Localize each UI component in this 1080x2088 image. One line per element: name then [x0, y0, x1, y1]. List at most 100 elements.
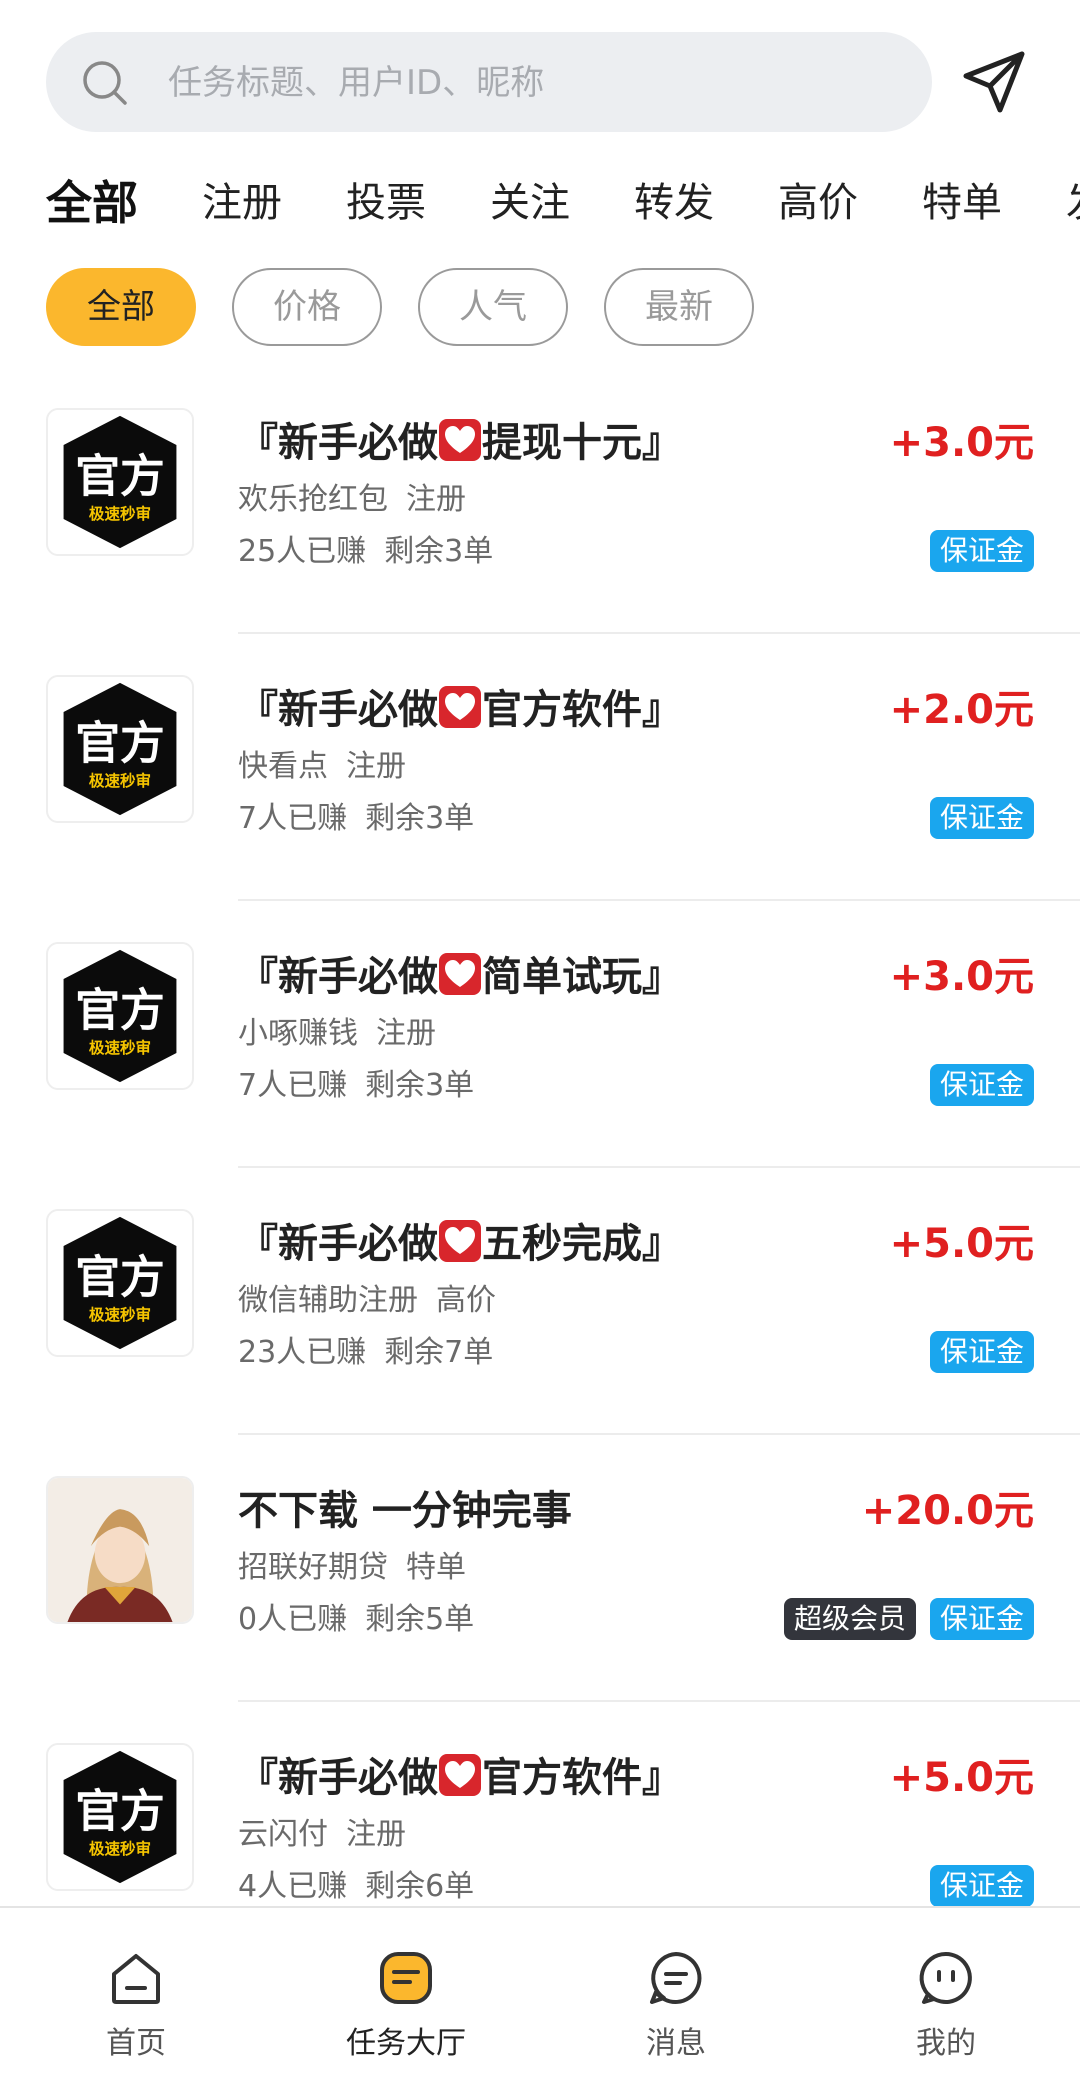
- nav-home[interactable]: 首页: [36, 1908, 236, 2088]
- task-type-tag: 高价: [436, 1283, 496, 1318]
- tab-register[interactable]: 注册: [202, 168, 282, 238]
- task-app-name: 欢乐抢红包: [238, 482, 388, 517]
- divider: [238, 1700, 1080, 1702]
- task-app-name: 小啄赚钱: [238, 1016, 358, 1051]
- task-reward: +3.0元: [889, 420, 1034, 466]
- task-title-text: 不下载 一分钟完事: [238, 1488, 572, 1534]
- task-avatar: 官方 极速秒审: [46, 408, 194, 556]
- tab-follow[interactable]: 关注: [490, 168, 570, 238]
- task-meta: 云闪付 注册: [238, 1815, 406, 1855]
- search-icon: [83, 61, 127, 105]
- nav-messages-label: 消息: [646, 2026, 706, 2061]
- task-item[interactable]: 官方 极速秒审 『新手必做 提现十元』 +3.0元 欢乐抢红包 注册 25人已赚 剩余3单 保证金: [0, 408, 1080, 675]
- task-reward: +5.0元: [889, 1755, 1034, 1801]
- official-logo-subtext: 极速秒审: [89, 771, 151, 790]
- task-remaining-count: 剩余3单: [365, 1068, 475, 1103]
- task-title: 『新手必做 提现十元』: [238, 408, 682, 478]
- deposit-badge: 保证金: [929, 1598, 1034, 1640]
- filter-popularity[interactable]: 人气: [418, 268, 568, 346]
- task-item[interactable]: 官方 极速秒审 『新手必做 简单试玩』 +3.0元 小啄赚钱 注册 7人已赚 剩余3单 保证金: [0, 942, 1080, 1209]
- task-earned-count: 23人已赚: [238, 1335, 367, 1370]
- task-earned-count: 4人已赚: [238, 1869, 348, 1904]
- task-title-suffix: 简单试玩』: [482, 954, 682, 1000]
- official-logo-text: 官方: [75, 717, 165, 770]
- task-meta: 欢乐抢红包 注册: [238, 480, 466, 520]
- task-stats: 25人已赚 剩余3单: [238, 532, 493, 572]
- task-title-suffix: 五秒完成』: [482, 1221, 682, 1267]
- deposit-badge: 保证金: [929, 530, 1034, 572]
- task-avatar: 官方 极速秒审: [46, 1743, 194, 1891]
- task-reward: +20.0元: [861, 1488, 1034, 1534]
- nav-profile-label: 我的: [916, 2026, 976, 2061]
- task-item[interactable]: 官方 极速秒审 『新手必做 官方软件』 +2.0元 快看点 注册 7人已赚 剩余3单 保证金: [0, 675, 1080, 942]
- task-reward: +5.0元: [889, 1221, 1034, 1267]
- task-reward: +2.0元: [889, 687, 1034, 733]
- filter-all[interactable]: 全部: [46, 268, 196, 346]
- search-bar[interactable]: [46, 32, 932, 132]
- heart-icon: [439, 1754, 481, 1796]
- vip-badge: 超级会员: [783, 1598, 916, 1640]
- task-title-prefix: 『新手必做: [238, 1221, 438, 1267]
- official-logo-subtext: 极速秒审: [89, 504, 151, 523]
- task-title-prefix: 『新手必做: [238, 954, 438, 1000]
- task-app-name: 快看点: [238, 749, 328, 784]
- official-logo: 官方极速秒审: [63, 1750, 177, 1884]
- message-icon: [650, 1952, 702, 2004]
- task-badges: 保证金: [929, 1064, 1034, 1106]
- task-title-suffix: 官方软件』: [482, 1755, 682, 1801]
- task-remaining-count: 剩余7单: [384, 1335, 494, 1370]
- official-logo-subtext: 极速秒审: [89, 1305, 151, 1324]
- task-title-prefix: 『新手必做: [238, 687, 438, 733]
- send-icon[interactable]: [960, 46, 1030, 116]
- tab-forward[interactable]: 转发: [634, 168, 714, 238]
- task-stats: 4人已赚 剩余6单: [238, 1867, 474, 1907]
- user-avatar: [48, 1478, 192, 1622]
- deposit-badge: 保证金: [929, 797, 1034, 839]
- task-meta: 小啄赚钱 注册: [238, 1014, 436, 1054]
- task-badges: 保证金: [929, 530, 1034, 572]
- task-item[interactable]: 不下载 一分钟完事 +20.0元 招联好期贷 特单 0人已赚 剩余5单 超级会员 保证金: [0, 1476, 1080, 1743]
- heart-icon: [439, 686, 481, 728]
- search-input[interactable]: [166, 52, 910, 114]
- task-title: 不下载 一分钟完事: [238, 1476, 572, 1546]
- heart-icon: [439, 1220, 481, 1262]
- task-meta: 快看点 注册: [238, 747, 406, 787]
- divider: [238, 1433, 1080, 1435]
- official-logo-text: 官方: [75, 1785, 165, 1838]
- task-title-prefix: 『新手必做: [238, 1755, 438, 1801]
- task-app-name: 微信辅助注册: [238, 1283, 418, 1318]
- category-tabs: 全部 注册 投票 关注 转发 高价 特单 发: [0, 168, 1080, 238]
- filter-latest[interactable]: 最新: [604, 268, 754, 346]
- task-title: 『新手必做 简单试玩』: [238, 942, 682, 1012]
- tab-more[interactable]: 发: [1066, 168, 1080, 238]
- task-remaining-count: 剩余5单: [365, 1602, 475, 1637]
- nav-messages[interactable]: 消息: [576, 1908, 776, 2088]
- task-avatar: [46, 1476, 194, 1624]
- tab-high-price[interactable]: 高价: [778, 168, 858, 238]
- official-logo: 官方极速秒审: [63, 415, 177, 549]
- task-title-suffix: 官方软件』: [482, 687, 682, 733]
- divider: [238, 1166, 1080, 1168]
- task-avatar: 官方 极速秒审: [46, 675, 194, 823]
- task-earned-count: 7人已赚: [238, 1068, 348, 1103]
- task-badges: 保证金: [929, 1331, 1034, 1373]
- task-earned-count: 0人已赚: [238, 1602, 348, 1637]
- task-title: 『新手必做 官方软件』: [238, 675, 682, 745]
- official-logo-text: 官方: [75, 450, 165, 503]
- tab-vote[interactable]: 投票: [346, 168, 426, 238]
- task-item[interactable]: 官方 极速秒审 『新手必做 五秒完成』 +5.0元微信辅助注册 高价 23人已赚 剩余7单 保证…: [0, 1209, 1080, 1476]
- task-title: 『新手必做 官方软件』: [238, 1743, 682, 1813]
- nav-profile[interactable]: 我的: [846, 1908, 1046, 2088]
- nav-task-hall[interactable]: 任务大厅: [306, 1908, 506, 2088]
- tab-all[interactable]: 全部: [46, 168, 138, 238]
- task-app-name: 招联好期贷: [238, 1550, 388, 1585]
- filter-price[interactable]: 价格: [232, 268, 382, 346]
- task-earned-count: 7人已赚: [238, 801, 348, 836]
- task-stats: 7人已赚 剩余3单: [238, 799, 474, 839]
- nav-task-hall-label: 任务大厅: [346, 2026, 466, 2061]
- official-logo-subtext: 极速秒审: [89, 1839, 151, 1858]
- task-type-tag: 注册: [406, 482, 466, 517]
- task-type-tag: 注册: [346, 749, 406, 784]
- tab-special[interactable]: 特单: [922, 168, 1002, 238]
- task-avatar: 官方 极速秒审: [46, 1209, 194, 1357]
